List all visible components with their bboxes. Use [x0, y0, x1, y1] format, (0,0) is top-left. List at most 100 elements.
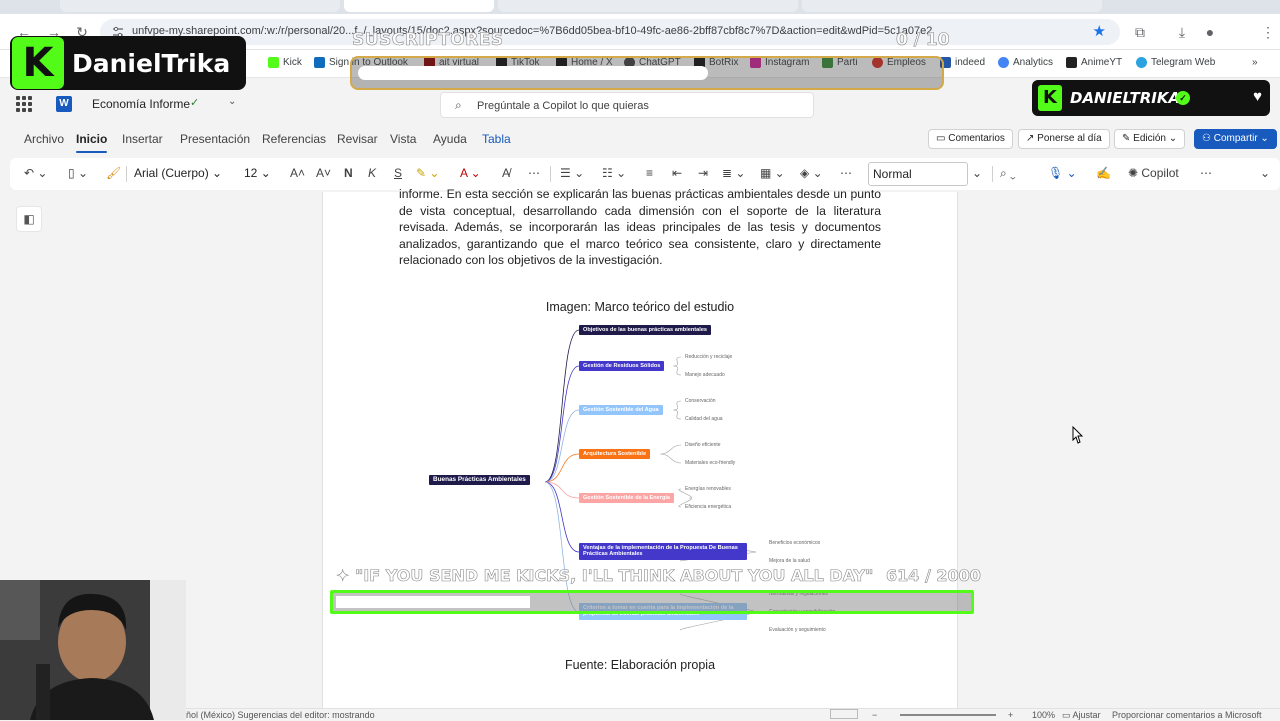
telegram-icon [1136, 57, 1147, 68]
bold-icon[interactable]: N [344, 166, 353, 180]
more-font-icon[interactable]: ⋯ [528, 166, 540, 180]
shrink-font-icon[interactable]: A˅ [316, 166, 331, 180]
copilot-button[interactable]: ✺ Copilot [1128, 166, 1179, 180]
mindmap-leaf-node: Materiales eco-friendly [685, 460, 736, 466]
analytics-icon [998, 57, 1009, 68]
copilot-search-box[interactable]: ⌕ Pregúntale a Copilot lo que quieras [440, 92, 814, 118]
subscriber-goal-count: 0 / 10 [896, 30, 950, 51]
bookmark-item[interactable]: Kick [268, 57, 302, 68]
language-status[interactable]: ñol (México) Sugerencias del editor: mos… [186, 710, 375, 720]
bookmark-item[interactable]: Analytics [998, 57, 1053, 68]
tab-ayuda[interactable]: Ayuda [433, 132, 467, 146]
bookmark-item[interactable]: indeed [940, 57, 985, 68]
tab-insertar[interactable]: Insertar [122, 132, 163, 146]
tab-inicio[interactable]: Inicio [76, 132, 108, 153]
zoom-level[interactable]: 100% [1032, 710, 1055, 720]
profile-avatar[interactable]: ● [1200, 22, 1220, 42]
bullets-icon[interactable]: ☰ ⌄ [560, 166, 584, 180]
mindmap-connector [544, 409, 580, 483]
mindmap-leaf-connector [660, 444, 682, 455]
style-select[interactable]: Normal [868, 162, 968, 186]
bookmark-item[interactable]: AnimeYT [1066, 57, 1122, 68]
menu-icon[interactable]: ⋮ [1258, 22, 1278, 42]
view-mode-icon[interactable] [830, 709, 858, 719]
app-launcher-icon[interactable] [16, 96, 32, 112]
shading-icon[interactable]: ◈ ⌄ [800, 166, 823, 180]
mindmap-connector [544, 329, 580, 483]
download-icon[interactable]: ⤓ [1172, 22, 1192, 42]
font-size-select[interactable]: 12 ⌄ [240, 162, 276, 186]
mindmap-connector [544, 481, 580, 499]
more-paragraph-icon[interactable]: ⋯ [840, 166, 852, 180]
mindmap-branch-node: Arquitectura Sostenible [579, 449, 651, 460]
clipboard-icon[interactable]: ▯ ⌄ [68, 166, 88, 180]
grow-font-icon[interactable]: A˄ [290, 166, 305, 180]
divider [550, 166, 551, 182]
comments-button[interactable]: ▭ Comentarios [928, 129, 1013, 149]
figure-caption[interactable]: Imagen: Marco teórico del estudio [323, 300, 957, 314]
find-icon[interactable]: ⌕ ⌄ [1000, 166, 1016, 181]
multilevel-list-icon[interactable]: ≡ [646, 166, 653, 180]
collapse-ribbon-icon[interactable]: ⌄ [1260, 166, 1270, 180]
share-button[interactable]: ⚇ Compartir ⌄ [1194, 129, 1277, 149]
tab-presentacion[interactable]: Presentación [180, 132, 250, 146]
subscriber-goal-title: SUSCRIPTORES [352, 30, 504, 51]
tab-vista[interactable]: Vista [390, 132, 416, 146]
editing-mode-button[interactable]: ✎ Edición ⌄ [1114, 129, 1186, 149]
figure-source[interactable]: Fuente: Elaboración propia [323, 658, 957, 672]
font-family-select[interactable]: Arial (Cuerpo) ⌄ [130, 162, 232, 186]
zoom-in-icon[interactable]: + [1008, 710, 1013, 720]
body-paragraph[interactable]: informe. En esta sección se explicarán l… [399, 186, 881, 269]
bookmark-star-icon[interactable]: ★ [1093, 22, 1106, 40]
highlight-icon[interactable]: ✎ ⌄ [416, 166, 439, 180]
italic-icon[interactable]: K [368, 166, 376, 180]
mindmap-branch-node: Objetivos de las buenas prácticas ambien… [579, 325, 712, 336]
mindmap-branch-node: Gestión Sostenible de la Energía [579, 493, 675, 504]
search-icon: ⌕ [455, 98, 462, 112]
extensions-icon[interactable]: ⧉ [1130, 22, 1150, 42]
format-painter-icon[interactable]: 🖌 [106, 166, 121, 180]
increase-indent-icon[interactable]: ⇥ [698, 166, 708, 180]
document-title[interactable]: Economía Informe [92, 97, 190, 111]
bookmark-item[interactable]: Telegram Web [1136, 57, 1215, 68]
catch-up-button[interactable]: ↗ Ponerse al día [1018, 129, 1110, 149]
numbering-icon[interactable]: ☷ ⌄ [602, 166, 626, 180]
chevron-down-icon[interactable]: ⌄ [228, 96, 236, 107]
webcam-feed [0, 580, 186, 720]
align-icon[interactable]: ≣ ⌄ [722, 166, 745, 180]
decrease-indent-icon[interactable]: ⇤ [672, 166, 682, 180]
borders-icon[interactable]: ▦ ⌄ [760, 166, 785, 180]
zoom-slider[interactable] [900, 714, 996, 716]
font-color-icon[interactable]: A ⌄ [460, 166, 481, 180]
kick-goal-fill [336, 596, 530, 608]
chevron-down-icon[interactable]: ⌄ [972, 166, 982, 180]
subscriber-goal-track [358, 66, 708, 80]
tab-tabla[interactable]: Tabla [482, 132, 511, 146]
editor-icon[interactable]: ✍ [1096, 166, 1111, 180]
more-bookmarks-icon[interactable]: » [1252, 57, 1258, 68]
mindmap-leaf-node: Energías renovables [685, 486, 731, 492]
tab-archivo[interactable]: Archivo [24, 132, 64, 146]
browser-tab[interactable] [498, 0, 798, 12]
browser-tab[interactable] [60, 0, 340, 12]
undo-icon[interactable]: ↶ ⌄ [24, 166, 47, 180]
kick-goal-quote: ✦ "IF YOU SEND ME KICKS, I'LL THINK ABOU… [336, 566, 874, 586]
feedback-link[interactable]: Proporcionar comentarios a Microsoft [1112, 710, 1262, 720]
url-text[interactable]: unfvpe-my.sharepoint.com/:w:/r/personal/… [132, 25, 932, 37]
mindmap-leaf-node: Calidad del agua [685, 416, 723, 422]
navigation-pane-icon[interactable]: ◧ [16, 206, 42, 232]
zoom-out-icon[interactable]: − [872, 710, 877, 720]
more-options-icon[interactable]: ⋯ [1200, 166, 1212, 180]
fit-button[interactable]: ▭ Ajustar [1062, 710, 1101, 721]
browser-tab[interactable] [802, 0, 1102, 12]
browser-tab-active[interactable] [344, 0, 494, 12]
document-page[interactable]: informe. En esta sección se explicarán l… [322, 187, 958, 712]
divider [992, 166, 993, 182]
omnibox[interactable]: unfvpe-my.sharepoint.com/:w:/r/personal/… [100, 19, 1120, 45]
tab-referencias[interactable]: Referencias [262, 132, 326, 146]
tab-revisar[interactable]: Revisar [337, 132, 378, 146]
subscriber-goal-bar [350, 56, 944, 90]
dictate-icon[interactable]: 🎙 ⌄ [1048, 166, 1077, 180]
clear-format-icon[interactable]: A̸ [502, 166, 510, 180]
underline-icon[interactable]: S [394, 166, 402, 180]
